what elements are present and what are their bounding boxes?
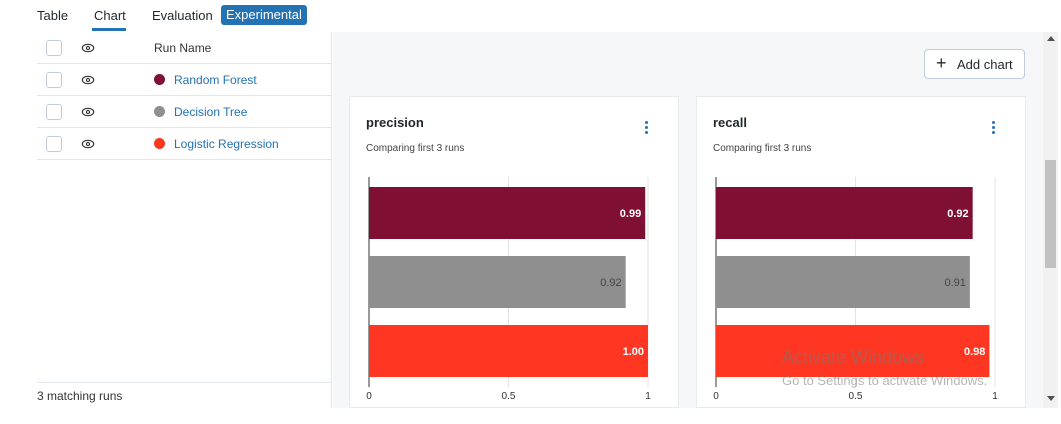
tab-chart[interactable]: Chart: [94, 8, 126, 23]
data-label: 0.91: [944, 277, 965, 289]
precision-bar-chart: 0.99 0.92 1.00 0 0.5 1: [366, 177, 651, 402]
x-tick-label: 0: [366, 391, 372, 402]
chart-subtitle: Comparing first 3 runs: [366, 143, 465, 154]
matching-runs-count: 3 matching runs: [37, 389, 123, 403]
runs-table-header: Run Name: [37, 32, 331, 64]
chart-title: recall: [713, 115, 747, 130]
tab-table[interactable]: Table: [37, 8, 68, 23]
run-name-link[interactable]: Random Forest: [174, 73, 257, 87]
row-checkbox[interactable]: [46, 136, 62, 152]
bar[interactable]: [369, 325, 648, 377]
x-tick-label: 0.5: [849, 391, 863, 402]
run-name-header[interactable]: Run Name: [154, 41, 211, 55]
scroll-up-arrow-icon[interactable]: [1047, 36, 1055, 41]
x-tick-label: 1: [992, 391, 998, 402]
data-label: 1.00: [623, 346, 644, 358]
table-row[interactable]: Decision Tree: [37, 96, 331, 128]
scroll-down-arrow-icon[interactable]: [1047, 396, 1055, 401]
eye-icon[interactable]: [81, 105, 95, 119]
row-checkbox[interactable]: [46, 72, 62, 88]
eye-icon[interactable]: [81, 41, 95, 55]
activate-windows-watermark: Activate Windows: [782, 347, 925, 367]
runs-panel: Run Name Random Forest Decision Tree Log…: [37, 32, 332, 408]
chart-card-precision: precision Comparing first 3 runs 0.99 0.9…: [349, 96, 679, 408]
row-checkbox[interactable]: [46, 104, 62, 120]
run-color-dot[interactable]: [154, 138, 165, 149]
data-label: 0.99: [620, 208, 641, 220]
kebab-icon[interactable]: [992, 121, 996, 136]
bar[interactable]: [716, 256, 970, 308]
view-tabs: Table Chart Evaluation Experimental: [0, 0, 1061, 32]
tab-evaluation[interactable]: Evaluation: [152, 8, 213, 23]
data-label: 0.92: [947, 208, 968, 220]
experimental-badge: Experimental: [221, 5, 307, 25]
activate-windows-hint: Go to Settings to activate Windows.: [782, 373, 988, 388]
run-name-link[interactable]: Decision Tree: [174, 105, 247, 119]
select-all-checkbox[interactable]: [46, 40, 62, 56]
table-row[interactable]: Logistic Regression: [37, 128, 331, 160]
kebab-icon[interactable]: [645, 121, 649, 136]
add-chart-button[interactable]: + Add chart: [924, 49, 1025, 79]
run-color-dot[interactable]: [154, 106, 165, 117]
run-color-dot[interactable]: [154, 74, 165, 85]
scrollbar-thumb[interactable]: [1045, 160, 1056, 268]
add-chart-label: Add chart: [957, 57, 1013, 72]
bar[interactable]: [369, 187, 646, 239]
eye-icon[interactable]: [81, 73, 95, 87]
table-row[interactable]: Random Forest: [37, 64, 331, 96]
bar[interactable]: [369, 256, 626, 308]
active-tab-indicator: [92, 28, 126, 31]
data-label: 0.92: [600, 277, 621, 289]
chart-title: precision: [366, 115, 424, 130]
bar[interactable]: [716, 187, 973, 239]
footer-divider: [37, 382, 332, 383]
plus-icon: +: [936, 53, 947, 73]
run-name-link[interactable]: Logistic Regression: [174, 137, 279, 151]
x-tick-label: 1: [645, 391, 651, 402]
x-tick-label: 0: [713, 391, 719, 402]
data-label: 0.98: [964, 346, 985, 358]
chart-subtitle: Comparing first 3 runs: [713, 143, 812, 154]
x-tick-label: 0.5: [502, 391, 516, 402]
eye-icon[interactable]: [81, 137, 95, 151]
